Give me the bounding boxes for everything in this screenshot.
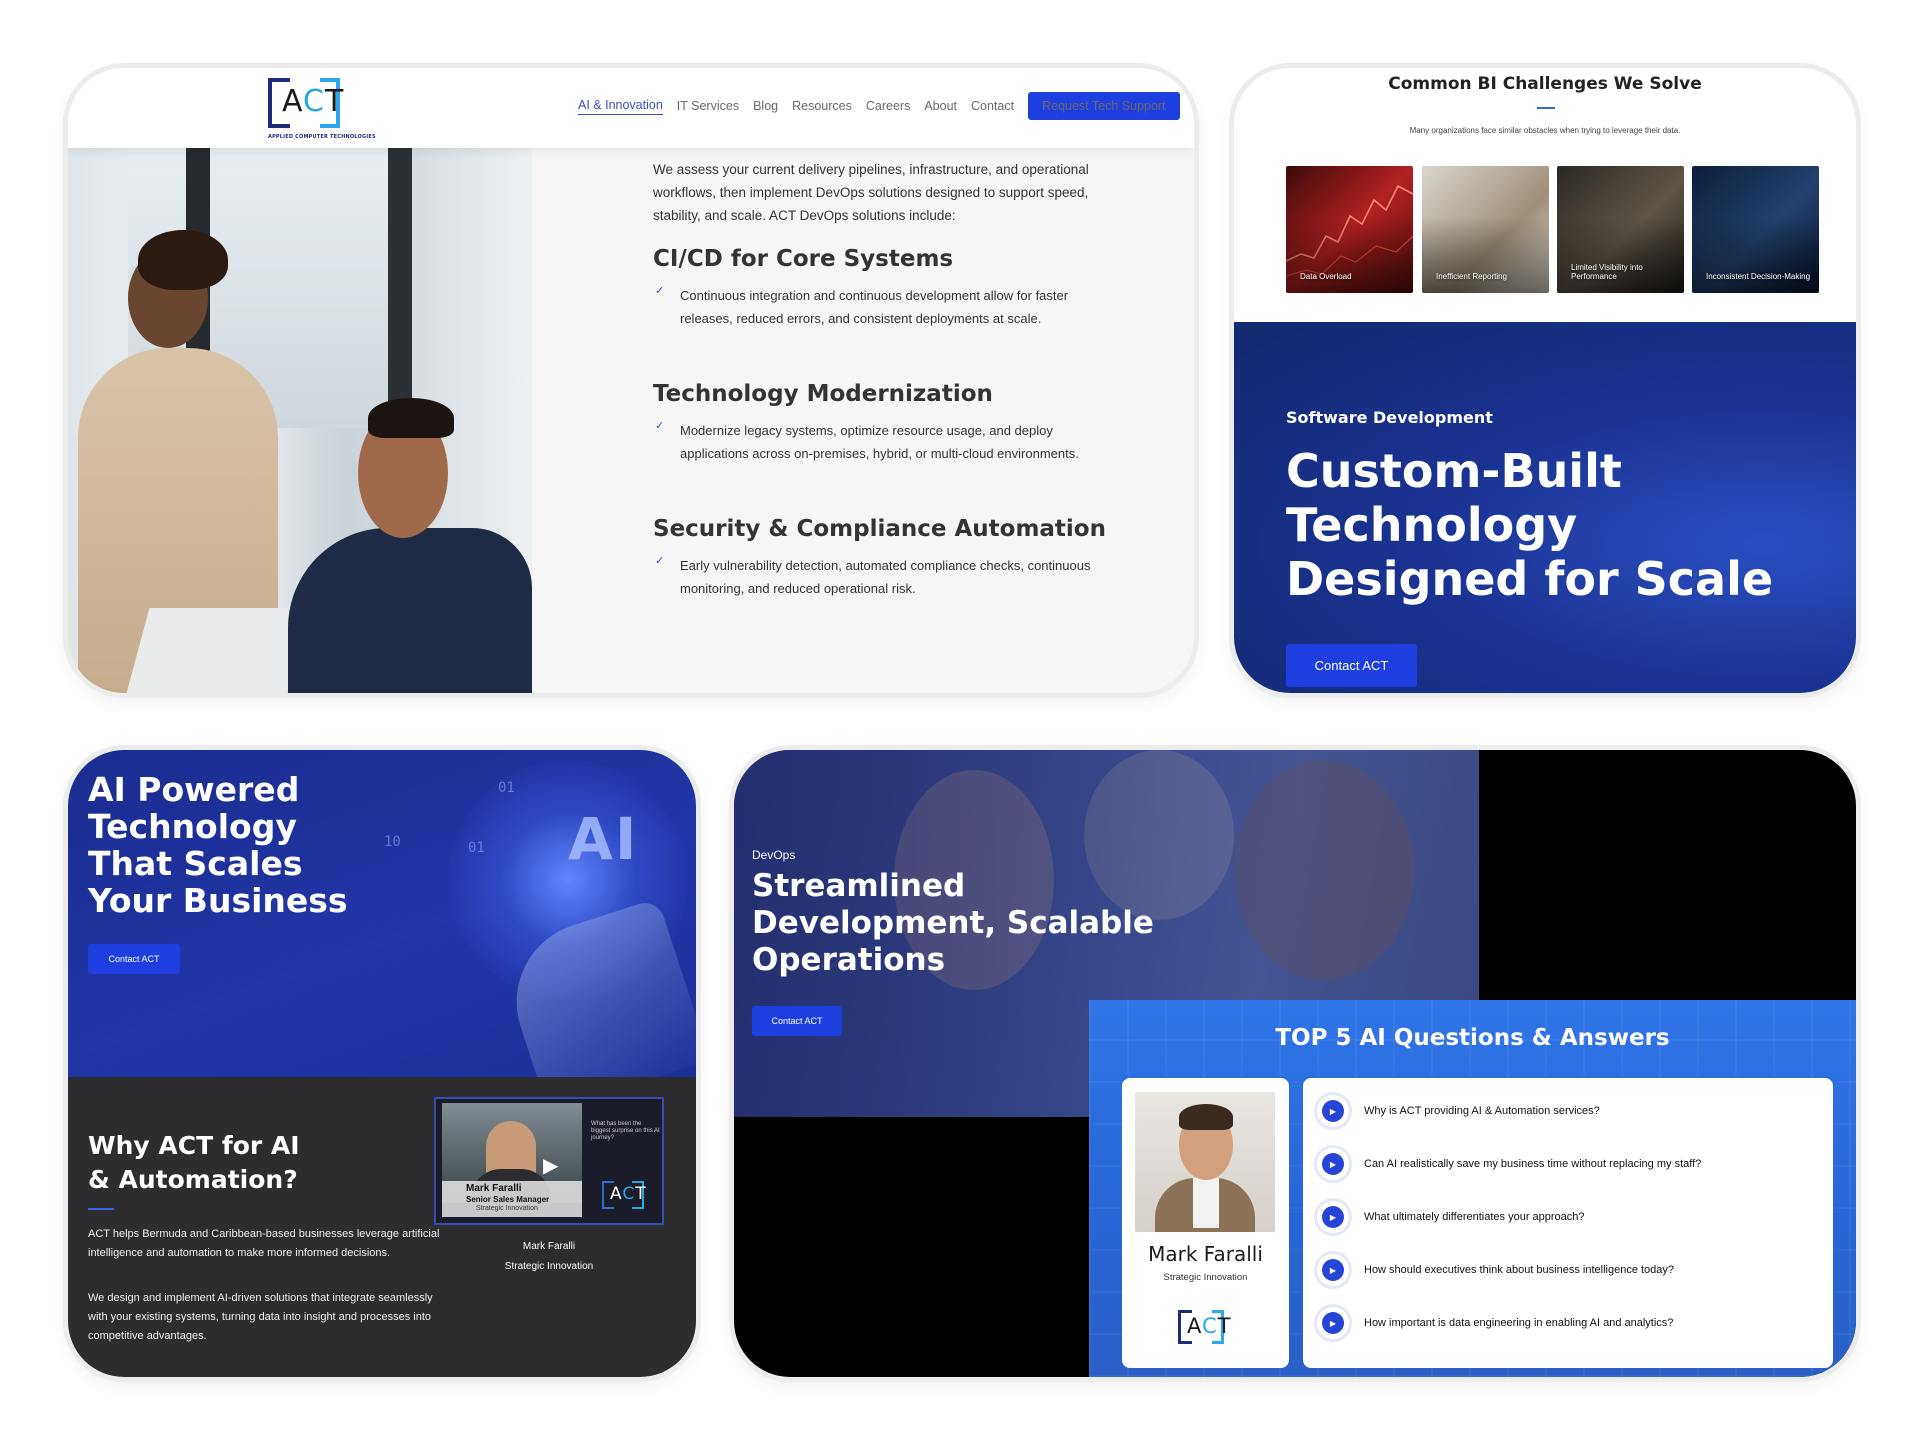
hero-eyebrow: DevOps [752,848,796,862]
bi-challenges-card: Common BI Challenges We Solve Many organ… [1234,68,1856,693]
question-list: ▶ Why is ACT providing AI & Automation s… [1303,1078,1833,1368]
question-text: Why is ACT providing AI & Automation ser… [1364,1105,1600,1117]
act-logo: ACT [602,1181,662,1217]
intro-paragraph: We assess your current delivery pipeline… [653,162,1089,223]
play-icon[interactable]: ▶ [1317,1095,1349,1127]
logo-word: ACT [282,84,345,119]
section-body: Modernize legacy systems, optimize resou… [680,423,1079,461]
section-title: Security & Compliance Automation [653,516,1106,542]
speaker-photo [1135,1092,1275,1232]
nav-contact[interactable]: Contact [971,99,1014,113]
nav-it-services[interactable]: IT Services [677,99,739,113]
nav-blog[interactable]: Blog [753,99,778,113]
question-text: How should executives think about busine… [1364,1264,1675,1276]
act-logo: ACT [1178,1310,1248,1350]
main-nav: AI & Innovation IT Services Blog Resourc… [578,92,1180,120]
tile-caption: Inefficient Reporting [1436,272,1508,281]
act-logo[interactable]: ACT APPLIED COMPUTER TECHNOLOGIES [268,78,378,144]
nav-ai-innovation[interactable]: AI & Innovation [578,98,663,115]
tile-caption: Data Overload [1300,272,1352,281]
section-body: Early vulnerability detection, automated… [680,558,1091,596]
hero-headline: Custom-Built Technology Designed for Sca… [1286,444,1774,606]
devops-faq-card: DevOps Streamlined Development, Scalable… [734,750,1856,1377]
nav-careers[interactable]: Careers [866,99,910,113]
section-heading: Common BI Challenges We Solve [1388,74,1702,94]
play-icon[interactable]: ▶ [1317,1148,1349,1180]
speaker-name: Mark Faralli [1148,1242,1263,1266]
why-act-section: Why ACT for AI & Automation? ACT helps B… [68,1077,696,1377]
logo-word: ACT [610,1184,647,1204]
section-title: CI/CD for Core Systems [653,246,954,272]
question-text: How important is data engineering in ena… [1364,1317,1674,1329]
hero-eyebrow: Software Development [1286,408,1493,427]
section-body: Continuous integration and continuous de… [680,288,1069,326]
contact-act-button[interactable]: Contact ACT [752,1006,842,1036]
heading-underline [88,1208,114,1210]
checkmark-icon: ✓ [655,419,665,432]
question-text: What ultimately differentiates your appr… [1364,1211,1585,1223]
section-title: Technology Modernization [653,381,993,407]
contact-act-button[interactable]: Contact ACT [88,944,180,974]
challenge-tile-limited-visibility[interactable]: Limited Visibility into Performance [1557,166,1684,293]
play-icon[interactable]: ▶ [1317,1307,1349,1339]
play-icon[interactable]: ▶ [1317,1201,1349,1233]
section-subheading: Many organizations face similar obstacle… [1409,126,1681,135]
video-caption-role: Strategic Innovation [504,1261,594,1272]
why-headline: Why ACT for AI & Automation? [88,1131,300,1194]
binary-decoration: 01 [498,780,515,796]
checkmark-icon: ✓ [655,284,665,297]
faq-title: TOP 5 AI Questions & Answers [1275,1025,1670,1051]
speaker-card: Mark Faralli Strategic Innovation ACT [1122,1078,1289,1368]
software-dev-hero: Software Development Custom-Built Techno… [1234,322,1856,693]
devops-page-card: ACT APPLIED COMPUTER TECHNOLOGIES AI & I… [68,68,1194,693]
video-lower-name: Mark Faralli [466,1183,522,1194]
site-header: ACT APPLIED COMPUTER TECHNOLOGIES AI & I… [68,68,1194,148]
meeting-photo [68,148,532,693]
challenge-tile-inefficient-reporting[interactable]: Inefficient Reporting [1422,166,1549,293]
contact-act-button[interactable]: Contact ACT [1286,644,1417,687]
why-paragraph: We design and implement AI-driven soluti… [88,1292,433,1342]
play-icon[interactable]: ▶ [1317,1254,1349,1286]
nav-about[interactable]: About [924,99,957,113]
challenge-tile-inconsistent-decisions[interactable]: Inconsistent Decision-Making [1692,166,1819,293]
hero-headline: AI Powered Technology That Scales Your B… [88,770,348,920]
question-text: Can AI realistically save my business ti… [1364,1158,1702,1170]
tile-caption: Limited Visibility into Performance [1571,263,1643,281]
question-item[interactable]: ▶ How should executives think about busi… [1317,1252,1827,1288]
ai-graphic-text: AI [568,805,639,873]
ai-faq-section: TOP 5 AI Questions & Answers Mark Farall… [1089,1000,1856,1377]
hero-headline: Streamlined Development, Scalable Operat… [752,868,1154,978]
play-icon[interactable]: ▶ [543,1153,558,1177]
video-caption-name: Mark Faralli [522,1241,576,1252]
question-item[interactable]: ▶ Why is ACT providing AI & Automation s… [1317,1093,1827,1129]
binary-decoration: 01 [468,840,485,856]
question-item[interactable]: ▶ Can AI realistically save my business … [1317,1146,1827,1182]
video-side-text: What has been the biggest surprise on th… [591,1121,660,1141]
heading-underline [1537,107,1555,109]
tile-caption: Inconsistent Decision-Making [1706,272,1811,281]
why-paragraph: ACT helps Bermuda and Caribbean-based bu… [88,1228,440,1259]
challenge-tile-data-overload[interactable]: Data Overload [1286,166,1413,293]
video-thumbnail[interactable]: Mark Faralli Senior Sales Manager Strate… [434,1097,664,1225]
ai-powered-card: 01 01 10 AI AI Powered Technology That S… [68,750,696,1377]
checkmark-icon: ✓ [655,554,665,567]
question-item[interactable]: ▶ What ultimately differentiates your ap… [1317,1199,1827,1235]
video-lower-sub: Strategic Innovation [476,1205,538,1212]
logo-word: ACT [1187,1314,1232,1338]
speaker-role: Strategic Innovation [1163,1272,1248,1283]
video-lower-role: Senior Sales Manager [466,1195,550,1204]
question-item[interactable]: ▶ How important is data engineering in e… [1317,1305,1827,1341]
request-tech-support-button[interactable]: Request Tech Support [1028,92,1180,120]
nav-resources[interactable]: Resources [792,99,852,113]
ai-hero: 01 01 10 AI AI Powered Technology That S… [68,750,696,1077]
logo-tagline: APPLIED COMPUTER TECHNOLOGIES [268,134,376,140]
